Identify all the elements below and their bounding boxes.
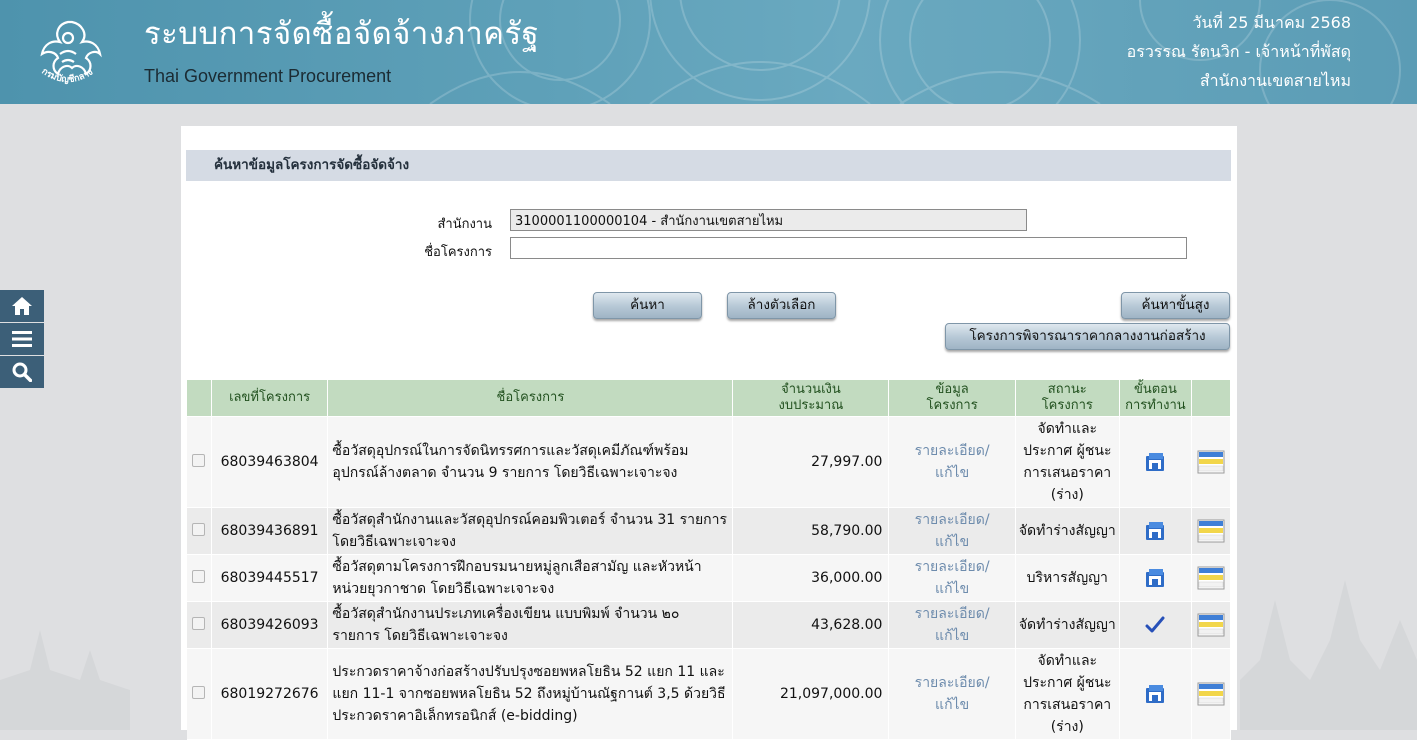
median-price-projects-button[interactable]: โครงการพิจารณาราคากลางงานก่อสร้าง [945,323,1230,350]
budget-amount: 43,628.00 [732,601,890,649]
section-title: ค้นหาข้อมูลโครงการจัดซื้อจัดจ้าง [186,150,1231,181]
logo-text: กรมบัญชีกลาง [40,67,95,86]
document-list-icon[interactable] [1197,682,1225,706]
row-checkbox[interactable] [192,569,206,583]
search-icon [12,362,32,382]
row-checkbox[interactable] [192,522,206,536]
budget-amount: 36,000.00 [732,554,890,602]
detail-edit-link[interactable]: รายละเอียด/แก้ไข [915,606,990,644]
project-status: จัดทำร่างสัญญา [1015,601,1120,649]
document-list-icon[interactable] [1197,519,1225,543]
detail-edit-link[interactable]: รายละเอียด/แก้ไข [915,512,990,550]
project-status: บริหารสัญญา [1015,554,1120,602]
project-name: ซื้อวัสดุตามโครงการฝึกอบรมนายหมู่ลูกเสือ… [327,554,734,602]
office-field[interactable] [510,209,1027,231]
project-name: ซื้อวัสดุสำนักงานและวัสดุอุปกรณ์คอมพิวเต… [327,507,734,555]
project-number: 68019272676 [211,648,329,740]
budget-amount: 21,097,000.00 [732,648,890,740]
user-info: วันที่ 25 มีนาคม 2568 อรวรรณ รัตนวิก - เ… [1127,8,1351,95]
current-date: วันที่ 25 มีนาคม 2568 [1192,13,1351,32]
main-panel: ค้นหาข้อมูลโครงการจัดซื้อจัดจ้าง สำนักงา… [181,126,1237,740]
home-button[interactable] [0,290,44,322]
table-row: 68039426093 ซื้อวัสดุสำนักงานประเภทเครื่… [186,601,1231,649]
project-name: ประกวดราคาจ้างก่อสร้างปรับปรุงซอยพหลโยธิ… [327,648,734,740]
side-nav [0,290,44,389]
project-name: ซื้อวัสดุสำนักงานประเภทเครื่องเขียน แบบพ… [327,601,734,649]
work-step-icon[interactable] [1144,521,1166,541]
user-office: สำนักงานเขตสายไหม [1199,71,1351,90]
table-row: 68019272676 ประกวดราคาจ้างก่อสร้างปรับปร… [186,648,1231,740]
clear-button[interactable]: ล้างตัวเลือก [727,292,836,319]
user-name: อรวรรณ รัตนวิก - เจ้าหน้าที่พัสดุ [1126,42,1351,61]
table-header: เลขที่โครงการ ชื่อโครงการ จำนวนเงิน งบประ… [186,379,1231,417]
menu-icon [12,331,32,347]
table-row: 68039463804 ซื้อวัสดุอุปกรณ์ในการจัดนิทร… [186,416,1231,508]
document-list-icon[interactable] [1197,450,1225,474]
col-document [1191,379,1231,417]
project-number: 68039445517 [211,554,329,602]
project-name: ซื้อวัสดุอุปกรณ์ในการจัดนิทรรศการและวัสด… [327,416,734,508]
app-title-th: ระบบการจัดซื้อจัดจ้างภาครัฐ [144,16,540,52]
document-list-icon[interactable] [1197,613,1225,637]
home-icon [12,297,32,315]
detail-edit-link[interactable]: รายละเอียด/แก้ไข [915,559,990,597]
checkmark-icon[interactable] [1145,615,1165,635]
office-label: สำนักงาน [437,217,492,232]
work-step-icon[interactable] [1144,684,1166,704]
table-row: 68039445517 ซื้อวัสดุตามโครงการฝึกอบรมนา… [186,554,1231,602]
row-checkbox[interactable] [192,453,206,467]
table-row: 68039436891 ซื้อวัสดุสำนักงานและวัสดุอุป… [186,507,1231,555]
project-number: 68039436891 [211,507,329,555]
project-number: 68039463804 [211,416,329,508]
col-project-name: ชื่อโครงการ [327,379,734,417]
budget-amount: 58,790.00 [732,507,890,555]
row-checkbox[interactable] [192,616,206,630]
cgd-logo: กรมบัญชีกลาง [40,20,102,86]
budget-amount: 27,997.00 [732,416,890,508]
row-checkbox[interactable] [192,685,206,699]
search-button[interactable] [0,356,44,388]
col-project-info: ข้อมูล โครงการ [888,379,1016,417]
project-name-field[interactable] [510,237,1187,259]
advanced-search-button[interactable]: ค้นหาขั้นสูง [1121,292,1230,319]
menu-button[interactable] [0,323,44,355]
detail-edit-link[interactable]: รายละเอียด/แก้ไข [915,443,990,481]
col-project-status: สถานะ โครงการ [1014,379,1120,417]
project-name-label: ชื่อโครงการ [424,245,492,260]
project-number: 68039426093 [211,601,329,649]
search-submit-button[interactable]: ค้นหา [593,292,702,319]
work-step-icon[interactable] [1144,568,1166,588]
app-header: กรมบัญชีกลาง ระบบการจัดซื้อจัดจ้างภาครัฐ… [0,0,1417,104]
project-status: จัดทำและ ประกาศ ผู้ชนะ การเสนอราคา (ร่าง… [1015,648,1120,740]
project-table: เลขที่โครงการ ชื่อโครงการ จำนวนเงิน งบประ… [186,379,1231,740]
checkbox-col-header [186,379,212,417]
col-budget: จำนวนเงิน งบประมาณ [732,379,890,417]
detail-edit-link[interactable]: รายละเอียด/แก้ไข [915,675,990,713]
project-status: จัดทำร่างสัญญา [1015,507,1120,555]
col-work-step: ขั้นตอน การทำงาน [1118,379,1193,417]
project-status: จัดทำและ ประกาศ ผู้ชนะ การเสนอราคา (ร่าง… [1015,416,1120,508]
app-title-en: Thai Government Procurement [144,66,392,86]
work-step-icon[interactable] [1144,452,1166,472]
document-list-icon[interactable] [1197,566,1225,590]
col-project-number: เลขที่โครงการ [210,379,329,417]
